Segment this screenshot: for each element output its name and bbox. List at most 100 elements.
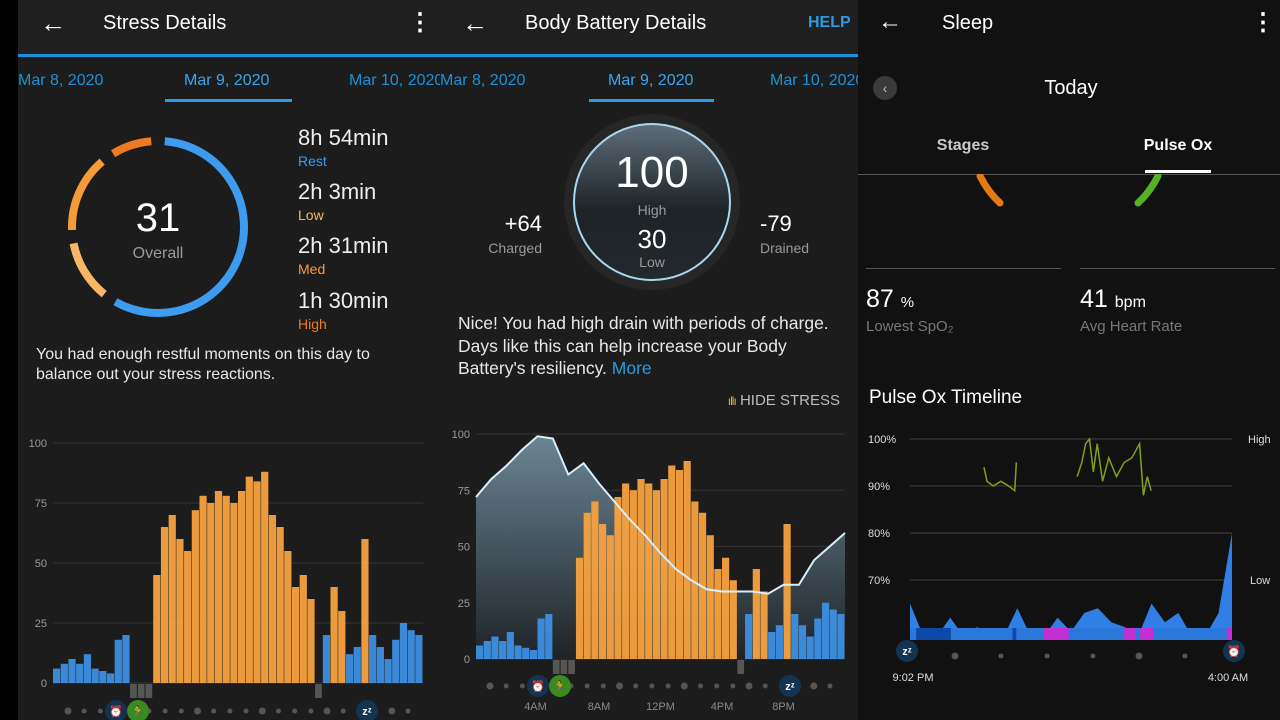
- battery-y-tick: 0: [464, 654, 470, 666]
- battery-low-value: 30: [637, 224, 667, 254]
- timeline-dot: [827, 683, 833, 689]
- date-tab-next[interactable]: Mar 10, 2020: [349, 72, 443, 90]
- timeline-dot: [227, 708, 233, 714]
- stress-bar: [499, 641, 507, 659]
- timeline-dot: [810, 682, 818, 690]
- timeline-dot: [292, 708, 298, 714]
- drained-value: -79: [760, 211, 792, 236]
- stress-bar: [583, 512, 591, 659]
- stress-header: [18, 0, 440, 55]
- stress-bar: [261, 471, 269, 683]
- stage-segment: [1139, 628, 1154, 640]
- date-tab-prev[interactable]: Mar 8, 2020: [18, 72, 103, 90]
- timeline-dot: [308, 708, 314, 714]
- date-tab-prev[interactable]: Mar 8, 2020: [440, 72, 525, 90]
- stress-bar: [399, 623, 408, 683]
- previous-day-button[interactable]: ‹: [873, 76, 897, 100]
- high-label: High: [1248, 434, 1271, 446]
- timeline-dot: [1044, 653, 1050, 659]
- date-tab-selected[interactable]: Mar 9, 2020: [608, 72, 693, 90]
- pulse-ox-lower-area: [910, 533, 1232, 640]
- battery-y-tick: 75: [458, 485, 470, 497]
- stress-bar: [276, 527, 284, 683]
- med-duration: 2h 31min: [298, 233, 389, 258]
- sleep-icon: zᶻ: [785, 681, 795, 693]
- activity-icon: 🏃: [553, 680, 567, 693]
- stages-gauge-arc: [976, 174, 1004, 207]
- stage-segment: [1226, 628, 1232, 640]
- timeline-dot: [730, 683, 736, 689]
- stress-bar: [514, 645, 522, 659]
- timeline-dot: [97, 708, 103, 714]
- stress-bar: [99, 671, 107, 683]
- stress-bar: [599, 524, 607, 659]
- stage-segment: [1012, 628, 1017, 640]
- stress-bar: [591, 501, 599, 659]
- body-battery-panel: ← Body Battery Details HELP Mar 8, 2020 …: [440, 0, 864, 720]
- battery-summary: Nice! You had high drain with periods of…: [458, 312, 848, 380]
- more-options-icon[interactable]: ⋮: [1251, 8, 1275, 37]
- activity-bar: [315, 684, 322, 698]
- timeline-dot: [178, 708, 184, 714]
- stress-bar: [191, 510, 199, 683]
- activity-icon: 🏃: [131, 705, 145, 718]
- high-label: High: [298, 316, 327, 332]
- stress-bar: [53, 668, 61, 683]
- stress-bar: [284, 551, 292, 683]
- timeline-dot: [519, 683, 525, 689]
- activity-bar: [560, 660, 568, 674]
- stress-bar: [106, 673, 115, 683]
- tab-pulse-ox[interactable]: Pulse Ox: [1128, 137, 1228, 155]
- x-tick-label: 4AM: [524, 701, 547, 713]
- timeline-dot: [243, 708, 249, 714]
- start-time-label: 9:02 PM: [893, 672, 934, 684]
- stress-y-tick: 100: [29, 438, 47, 450]
- stress-bar: [176, 539, 184, 683]
- battery-y-tick: 50: [458, 542, 470, 554]
- tab-active-underline: [1145, 170, 1211, 173]
- timeline-dot: [194, 707, 202, 715]
- stress-bar: [222, 495, 230, 683]
- stress-bar: [768, 632, 776, 659]
- timeline-dot: [600, 683, 606, 689]
- stress-bar: [83, 654, 92, 683]
- stage-strip: [910, 628, 1232, 640]
- timeline-dot: [680, 682, 688, 690]
- tab-stages[interactable]: Stages: [913, 137, 1013, 155]
- help-button[interactable]: HELP: [808, 14, 851, 32]
- avg-hr-unit: bpm: [1114, 294, 1146, 311]
- timeline-dot: [388, 707, 396, 715]
- sleep-icon: zᶻ: [362, 706, 372, 718]
- ring-segment-low: [69, 242, 107, 298]
- back-arrow-icon[interactable]: ←: [878, 8, 902, 36]
- more-link[interactable]: More: [612, 358, 652, 378]
- stress-bar: [683, 461, 691, 659]
- stress-bar: [606, 535, 614, 659]
- end-time-label: 4:00 AM: [1208, 672, 1248, 684]
- date-tab-next[interactable]: Mar 10, 2020: [770, 72, 864, 90]
- back-arrow-icon[interactable]: ←: [462, 8, 488, 39]
- stress-bars-icon: ıllı: [727, 394, 737, 408]
- timeline-dot: [745, 682, 753, 690]
- stress-bar: [722, 557, 730, 659]
- timeline-dot: [1182, 653, 1188, 659]
- date-tab-selected[interactable]: Mar 9, 2020: [184, 72, 269, 90]
- stress-bar: [253, 481, 261, 683]
- header-divider: [440, 54, 858, 57]
- more-options-icon[interactable]: ⋮: [408, 8, 432, 37]
- back-arrow-icon[interactable]: ←: [40, 8, 66, 39]
- page-title: Body Battery Details: [525, 12, 707, 34]
- stress-bar: [837, 614, 845, 659]
- stress-bar: [529, 650, 537, 659]
- pulse-ox-y-tick: 100%: [868, 434, 896, 446]
- timeline-dot: [665, 683, 671, 689]
- stress-bar: [706, 535, 714, 659]
- stress-bar: [476, 645, 484, 659]
- hide-stress-toggle[interactable]: ıllı HIDE STRESS: [728, 392, 840, 409]
- day-label: Today: [1044, 77, 1098, 99]
- stress-chart: 100 75 50 25 0 ⏰ 🏃 zᶻ: [29, 438, 423, 720]
- stress-bar: [629, 490, 637, 659]
- sleep-panel: ← Sleep ⋮ ‹ Today Stages Pulse Ox 87 % L…: [858, 0, 1280, 720]
- lowest-spo2-label: Lowest SpO₂: [866, 318, 954, 335]
- stress-bar: [491, 636, 499, 659]
